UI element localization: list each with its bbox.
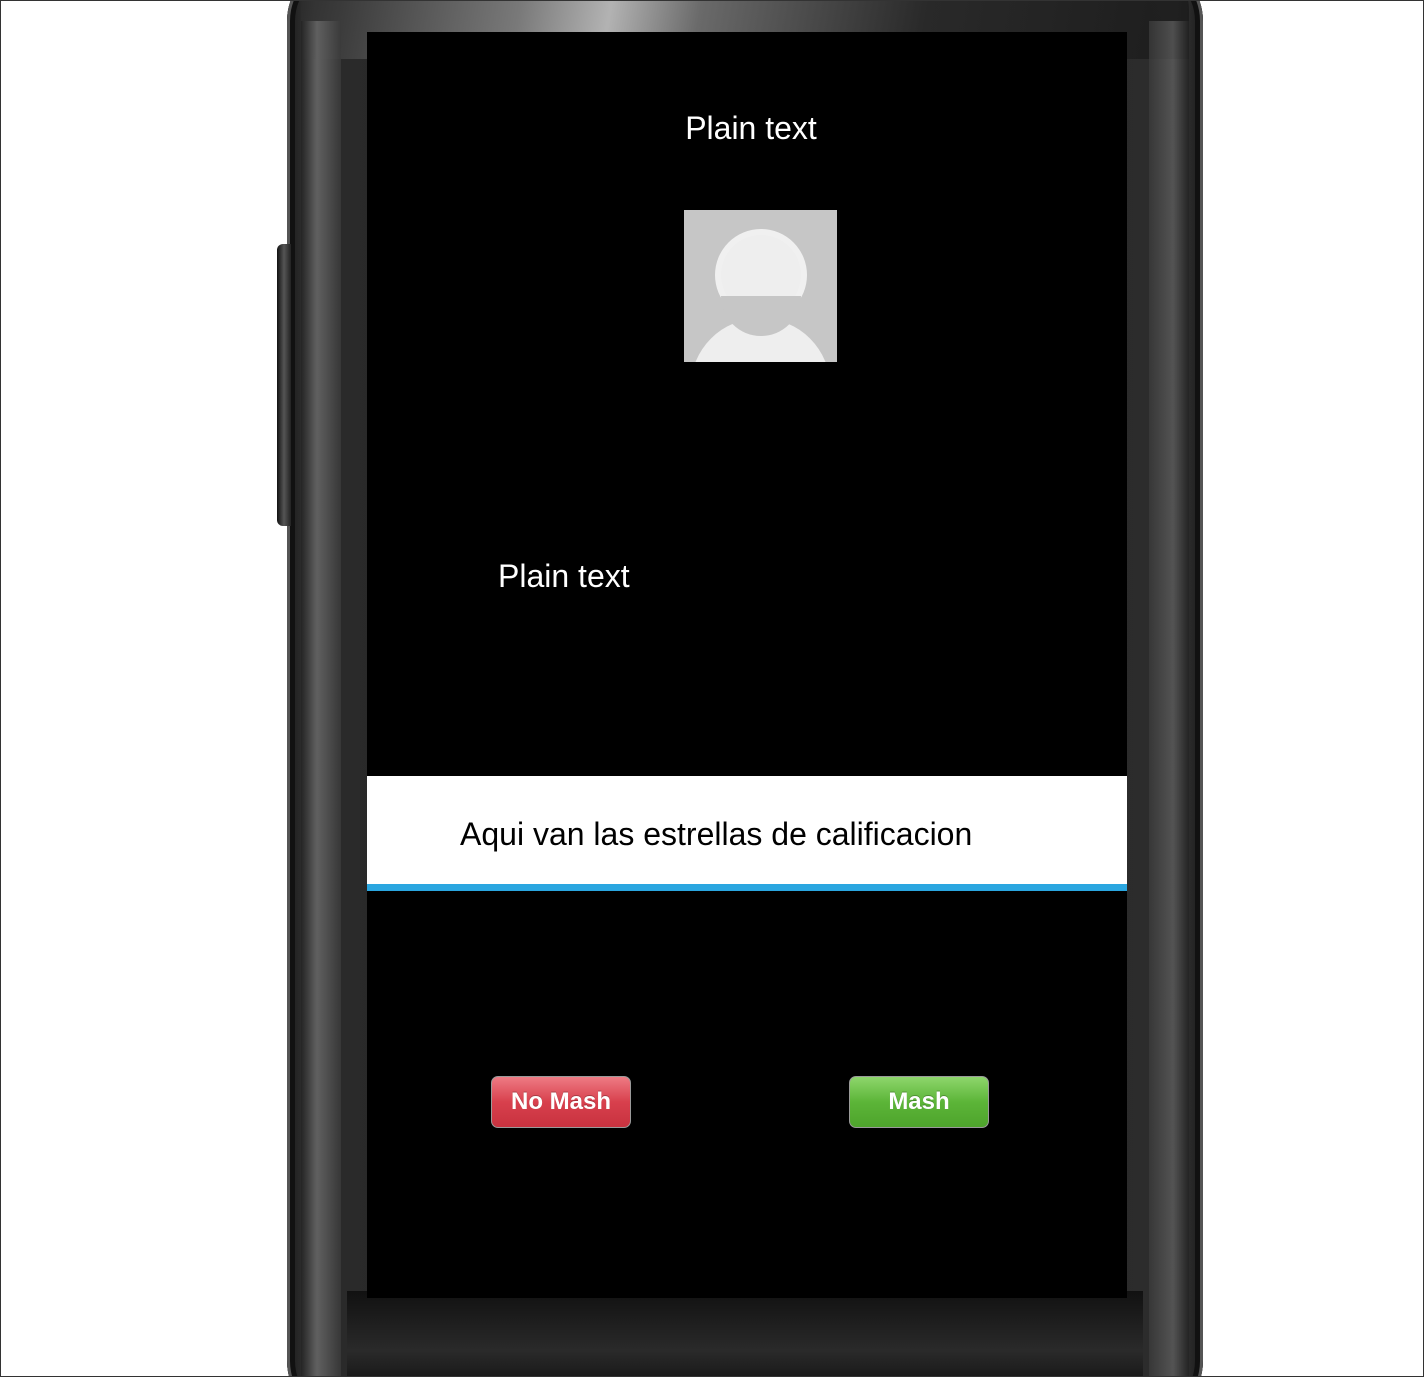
rating-bar[interactable]: Aqui van las estrellas de calificacion bbox=[367, 776, 1127, 891]
phone-bezel-bottom bbox=[347, 1291, 1143, 1376]
app-screen: Plain text Plain text Aqui van las estre… bbox=[367, 32, 1127, 1298]
phone-bezel-left bbox=[301, 21, 341, 1376]
phone-side-button bbox=[277, 244, 291, 526]
rating-placeholder-text: Aqui van las estrellas de calificacion bbox=[460, 816, 973, 852]
avatar bbox=[684, 210, 837, 362]
subtitle-text: Plain text bbox=[498, 558, 630, 594]
user-placeholder-icon bbox=[684, 210, 837, 362]
no-mash-button[interactable]: No Mash bbox=[491, 1076, 631, 1128]
mash-button[interactable]: Mash bbox=[849, 1076, 989, 1128]
canvas-frame: Plain text Plain text Aqui van las estre… bbox=[0, 0, 1424, 1377]
phone-bezel-right bbox=[1149, 21, 1189, 1376]
page-title: Plain text bbox=[685, 110, 817, 146]
